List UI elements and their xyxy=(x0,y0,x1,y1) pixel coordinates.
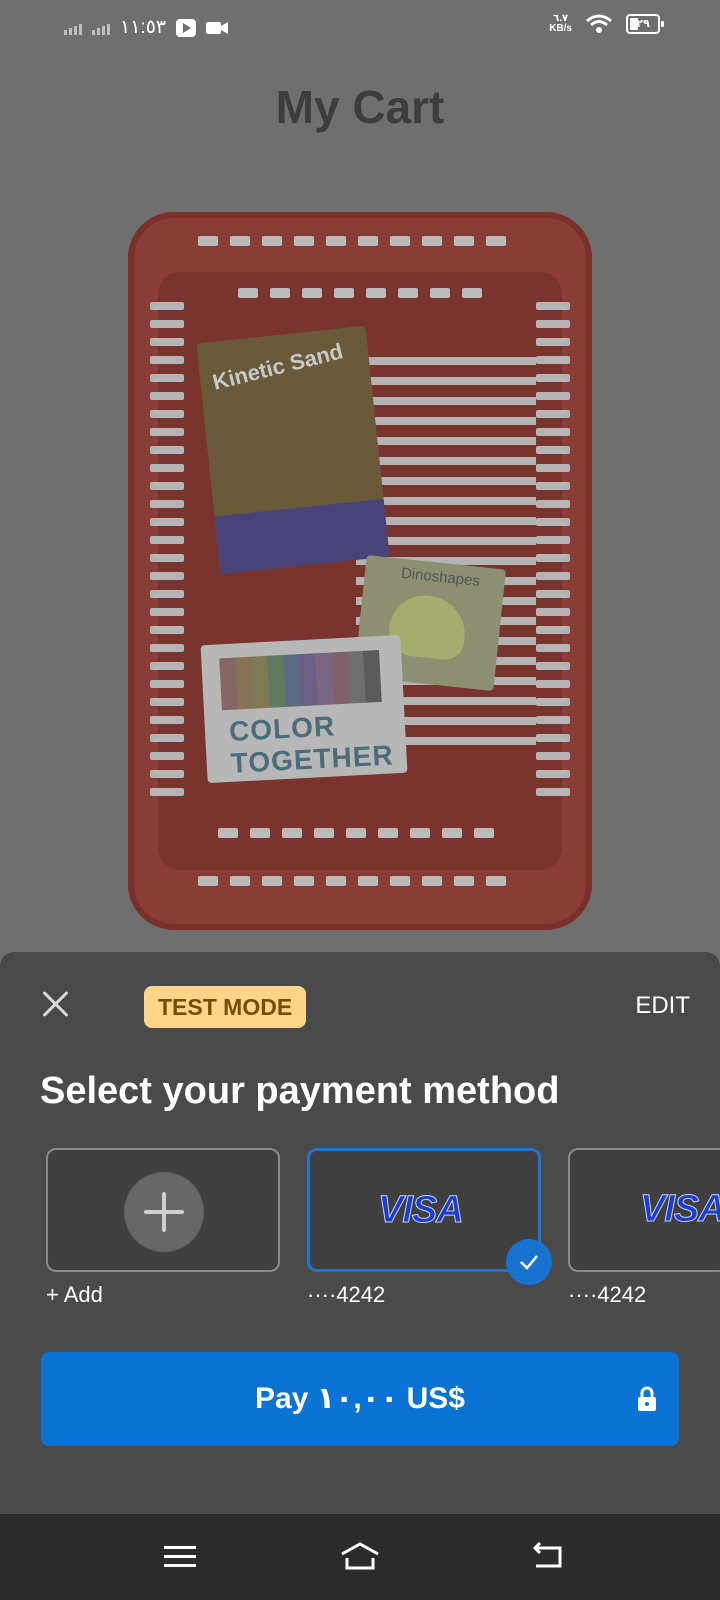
status-bar: ١١:٥٣ ٦.٧ KB/s ٢٩ xyxy=(0,0,720,58)
youtube-icon xyxy=(176,18,197,37)
menu-icon[interactable] xyxy=(158,1536,202,1576)
home-icon[interactable] xyxy=(338,1536,382,1576)
add-card-label: + Add xyxy=(46,1282,103,1307)
pay-button-label: Pay ١٠,٠٠ US$ xyxy=(255,1382,465,1415)
card-number-label: ····4242 xyxy=(568,1282,647,1307)
test-mode-badge: TEST MODE xyxy=(144,986,307,1028)
battery-icon: ٢٩ xyxy=(626,14,664,34)
shopping-basket-image: Kinetic Sand Dinoshapes COLOR TOGETHER xyxy=(128,212,592,930)
signal-icon xyxy=(92,21,110,35)
visa-logo: VISA xyxy=(378,1189,465,1232)
pay-button[interactable]: Pay ١٠,٠٠ US$ xyxy=(41,1352,679,1446)
wifi-icon xyxy=(586,14,612,33)
payment-sheet: TEST MODE EDIT Select your payment metho… xyxy=(0,952,720,1514)
signal-icon xyxy=(64,21,82,35)
checkmark-icon xyxy=(506,1239,552,1285)
close-button[interactable] xyxy=(38,986,74,1022)
plus-icon xyxy=(124,1172,204,1252)
kinetic-sand-box: Kinetic Sand xyxy=(196,325,390,575)
lock-icon xyxy=(638,1386,656,1411)
network-speed: ٦.٧ KB/s xyxy=(549,13,572,34)
card-number-label: ····4242 xyxy=(307,1282,386,1307)
video-camera-icon xyxy=(206,21,229,34)
saved-card-visa-1[interactable]: VISA xyxy=(307,1148,552,1285)
edit-button[interactable]: EDIT xyxy=(635,992,690,1020)
saved-card-visa-2[interactable]: VISA xyxy=(568,1148,720,1272)
back-icon[interactable] xyxy=(526,1536,570,1576)
sheet-title: Select your payment method xyxy=(40,1070,560,1112)
status-time: ١١:٥٣ xyxy=(120,17,167,38)
navigation-bar xyxy=(0,1514,720,1600)
add-card-button[interactable] xyxy=(46,1148,280,1272)
color-together-markers: COLOR TOGETHER xyxy=(200,634,408,784)
page-title: My Cart xyxy=(275,81,445,133)
visa-logo: VISA xyxy=(640,1188,720,1231)
